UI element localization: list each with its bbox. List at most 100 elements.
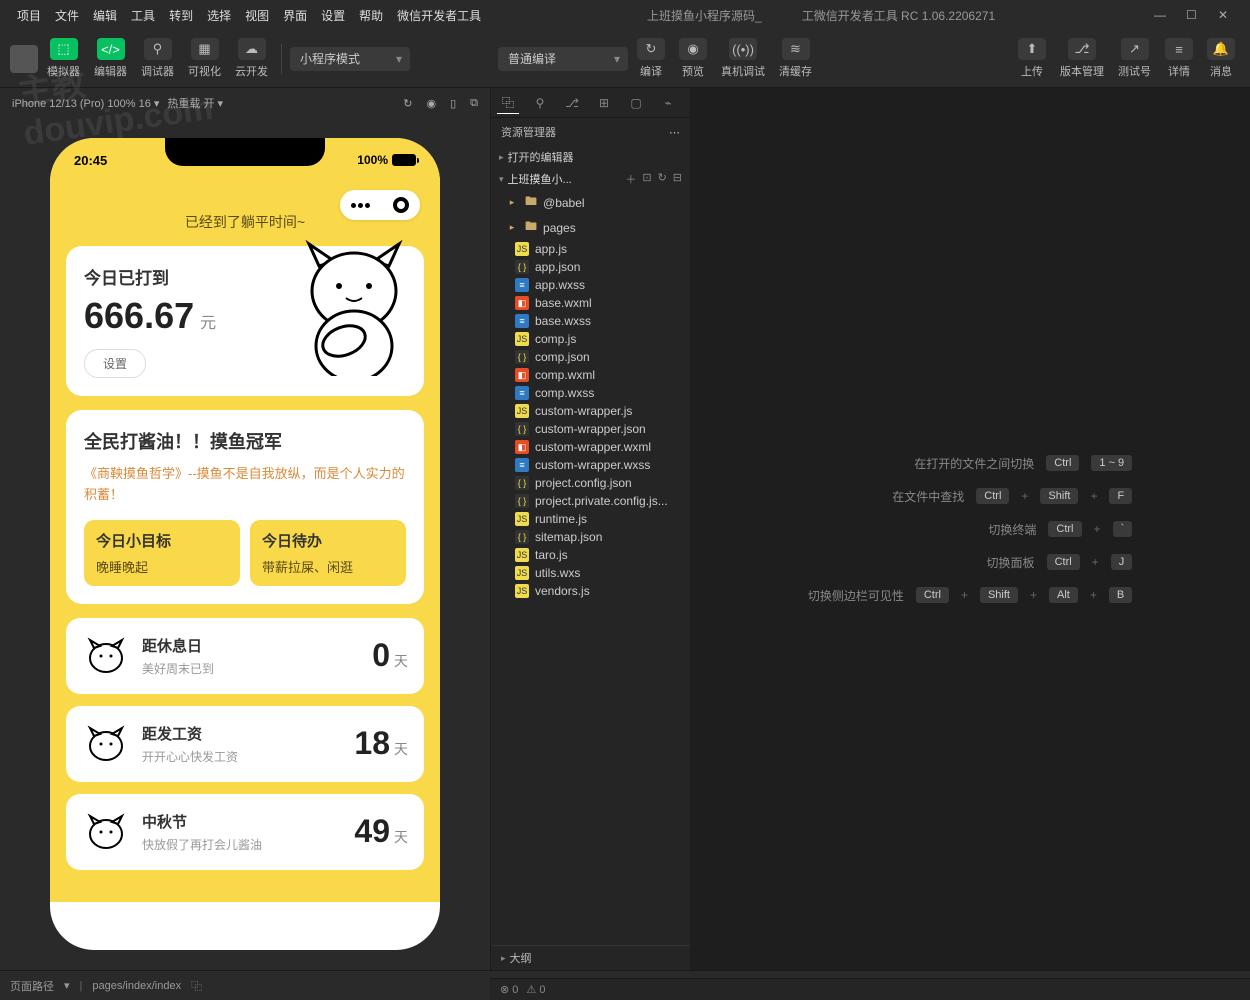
project-section[interactable]: ▾上班摸鱼小... ＋ ⊡ ↻ ⊟ <box>491 168 690 190</box>
compile-button[interactable]: ↻编译 <box>632 35 670 82</box>
file-base.wxss[interactable]: ≡base.wxss <box>491 312 690 330</box>
cat-illustration <box>294 236 414 376</box>
refresh-icon[interactable]: ↻ <box>403 97 412 110</box>
file-project.config.json[interactable]: { }project.config.json <box>491 474 690 492</box>
goal-todo[interactable]: 今日待办带薪拉屎、闲逛 <box>250 520 406 586</box>
menu-help[interactable]: 帮助 <box>352 7 390 24</box>
phone-simulator: 20:45 100% 已经到了躺平时间~ 今日已打到 666.67元 设置 <box>50 138 440 950</box>
explorer-title: 资源管理器 <box>501 124 556 140</box>
capsule-button[interactable] <box>340 190 420 220</box>
messages-button[interactable]: 🔔消息 <box>1202 35 1240 82</box>
search-tab[interactable]: ⚲ <box>529 92 551 114</box>
toolbar: ⬚模拟器 </>编辑器 ⚲调试器 ▦可视化 ☁云开发 小程序模式 普通编译 ↻编… <box>0 30 1250 88</box>
file-app.js[interactable]: JSapp.js <box>491 240 690 258</box>
battery-icon <box>392 154 416 166</box>
device-icon[interactable]: ▯ <box>450 97 456 110</box>
bug-tab[interactable]: ⌁ <box>657 92 679 114</box>
file-@babel[interactable]: ▸🖿@babel <box>491 190 690 215</box>
file-custom-wrapper.json[interactable]: { }custom-wrapper.json <box>491 420 690 438</box>
new-file-icon[interactable]: ＋ <box>625 171 636 187</box>
path-label: 页面路径 <box>10 978 54 994</box>
countdown-card[interactable]: 距发工资开开心心快发工资18天 <box>66 706 424 782</box>
file-comp.json[interactable]: { }comp.json <box>491 348 690 366</box>
checkin-card: 今日已打到 666.67元 设置 <box>66 246 424 396</box>
debugger-button[interactable]: ⚲调试器 <box>136 35 179 82</box>
file-comp.js[interactable]: JScomp.js <box>491 330 690 348</box>
menu-devtools[interactable]: 微信开发者工具 <box>390 7 488 24</box>
hot-reload-toggle[interactable]: 热重载 开 ▾ <box>167 95 223 111</box>
clear-cache-button[interactable]: ≋清缓存 <box>774 35 817 82</box>
file-runtime.js[interactable]: JSruntime.js <box>491 510 690 528</box>
menu-select[interactable]: 选择 <box>200 7 238 24</box>
device-select[interactable]: iPhone 12/13 (Pro) 100% 16 ▾ <box>12 97 159 110</box>
record-icon[interactable]: ◉ <box>426 97 436 110</box>
branch-tab[interactable]: ⎇ <box>561 92 583 114</box>
upload-button[interactable]: ⬆上传 <box>1013 35 1051 82</box>
cloud-button[interactable]: ☁云开发 <box>230 35 273 82</box>
ext-tab[interactable]: ⊞ <box>593 92 615 114</box>
simulator-button[interactable]: ⬚模拟器 <box>42 35 85 82</box>
errors-count[interactable]: ⊗ 0 <box>500 983 518 996</box>
hint-row: 切换侧边栏可见性Ctrl+Shift+Alt+B <box>808 587 1132 604</box>
file-custom-wrapper.js[interactable]: JScustom-wrapper.js <box>491 402 690 420</box>
minimize-button[interactable]: — <box>1154 8 1168 22</box>
file-pages[interactable]: ▸🖿pages <box>491 215 690 240</box>
menu-tools[interactable]: 工具 <box>124 7 162 24</box>
explorer-tab[interactable]: ⿻ <box>497 92 519 114</box>
test-button[interactable]: ↗测试号 <box>1113 35 1156 82</box>
file-custom-wrapper.wxss[interactable]: ≡custom-wrapper.wxss <box>491 456 690 474</box>
file-utils.wxs[interactable]: JSutils.wxs <box>491 564 690 582</box>
details-button[interactable]: ≡详情 <box>1160 35 1198 82</box>
file-app.json[interactable]: { }app.json <box>491 258 690 276</box>
file-custom-wrapper.wxml[interactable]: ◧custom-wrapper.wxml <box>491 438 690 456</box>
mode-select[interactable]: 小程序模式 <box>290 47 410 71</box>
menu-edit[interactable]: 编辑 <box>86 7 124 24</box>
editor-button[interactable]: </>编辑器 <box>89 35 132 82</box>
open-editors-section[interactable]: ▸打开的编辑器 <box>491 146 690 168</box>
file-base.wxml[interactable]: ◧base.wxml <box>491 294 690 312</box>
file-comp.wxss[interactable]: ≡comp.wxss <box>491 384 690 402</box>
hint-row: 在打开的文件之间切换Ctrl1 ~ 9 <box>808 455 1132 472</box>
file-app.wxss[interactable]: ≡app.wxss <box>491 276 690 294</box>
menu-project[interactable]: 项目 <box>10 7 48 24</box>
box-tab[interactable]: ▢ <box>625 92 647 114</box>
file-sitemap.json[interactable]: { }sitemap.json <box>491 528 690 546</box>
hint-row: 切换终端Ctrl+` <box>808 521 1132 538</box>
champion-sub: 《商鞅摸鱼哲学》--摸鱼不是自我放纵，而是个人实力的积蓄！ <box>84 464 406 506</box>
detach-icon[interactable]: ⧉ <box>470 97 478 110</box>
more-icon[interactable]: ⋯ <box>669 126 680 139</box>
goal-today[interactable]: 今日小目标晚睡晚起 <box>84 520 240 586</box>
outline-section[interactable]: ▸大纲 <box>491 945 690 970</box>
countdown-card[interactable]: 中秋节快放假了再打会儿酱油49天 <box>66 794 424 870</box>
app-title: 工微信开发者工具 RC 1.06.2206271 <box>802 7 995 24</box>
menu-settings[interactable]: 设置 <box>314 7 352 24</box>
collapse-icon[interactable]: ⊟ <box>673 171 682 187</box>
avatar[interactable] <box>10 45 38 73</box>
version-button[interactable]: ⎇版本管理 <box>1055 35 1109 82</box>
hint-row: 切换面板Ctrl+J <box>808 554 1132 571</box>
menu-file[interactable]: 文件 <box>48 7 86 24</box>
warnings-count[interactable]: ⚠ 0 <box>526 983 545 996</box>
menu-goto[interactable]: 转到 <box>162 7 200 24</box>
file-vendors.js[interactable]: JSvendors.js <box>491 582 690 600</box>
menu-interface[interactable]: 界面 <box>276 7 314 24</box>
preview-button[interactable]: ◉预览 <box>674 35 712 82</box>
visual-button[interactable]: ▦可视化 <box>183 35 226 82</box>
countdown-card[interactable]: 距休息日美好周末已到0天 <box>66 618 424 694</box>
file-project.private.config.js...[interactable]: { }project.private.config.js... <box>491 492 690 510</box>
page-path[interactable]: pages/index/index <box>92 980 181 992</box>
new-folder-icon[interactable]: ⊡ <box>642 171 651 187</box>
champion-title: 全民打酱油！！摸鱼冠军 <box>84 428 406 454</box>
maximize-button[interactable]: ☐ <box>1186 8 1200 22</box>
remote-debug-button[interactable]: ((•))真机调试 <box>716 35 770 82</box>
simulator-panel: iPhone 12/13 (Pro) 100% 16 ▾ 热重载 开 ▾ ↻ ◉… <box>0 88 490 970</box>
file-comp.wxml[interactable]: ◧comp.wxml <box>491 366 690 384</box>
copy-icon[interactable]: ⿻ <box>191 978 202 994</box>
settings-button[interactable]: 设置 <box>84 349 146 378</box>
menu-view[interactable]: 视图 <box>238 7 276 24</box>
compile-select[interactable]: 普通编译 <box>498 47 628 71</box>
refresh-tree-icon[interactable]: ↻ <box>658 171 667 187</box>
close-button[interactable]: ✕ <box>1218 8 1232 22</box>
notch <box>165 138 325 166</box>
file-taro.js[interactable]: JStaro.js <box>491 546 690 564</box>
